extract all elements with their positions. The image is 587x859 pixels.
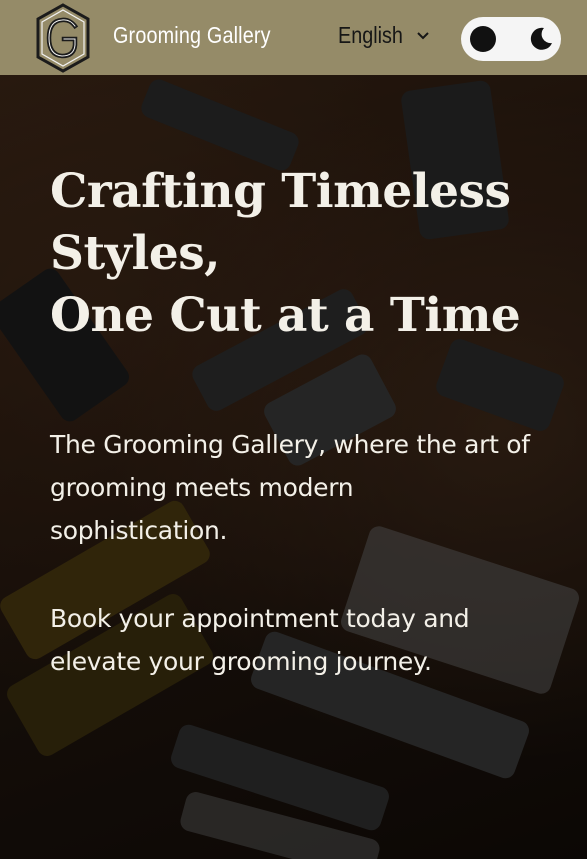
moon-icon [530,27,552,50]
site-header: Grooming Gallery English [0,0,587,75]
hero-section: Crafting Timeless Styles, One Cut at a T… [0,75,587,859]
hero-title: Crafting Timeless Styles, One Cut at a T… [50,164,521,343]
language-label: English [338,22,403,48]
circle-icon [470,26,496,52]
grooming-gallery-logo[interactable] [34,2,92,74]
language-selector[interactable]: English [338,22,430,49]
chevron-down-icon [417,31,429,39]
brand-name[interactable]: Grooming Gallery [113,22,271,49]
theme-toggle[interactable] [461,17,561,61]
hero-intro-text: The Grooming Gallery, where the art of g… [50,430,530,545]
hero-content: Crafting Timeless Styles, One Cut at a T… [50,161,550,683]
hero-cta-text: Book your appointment today and elevate … [50,604,470,676]
